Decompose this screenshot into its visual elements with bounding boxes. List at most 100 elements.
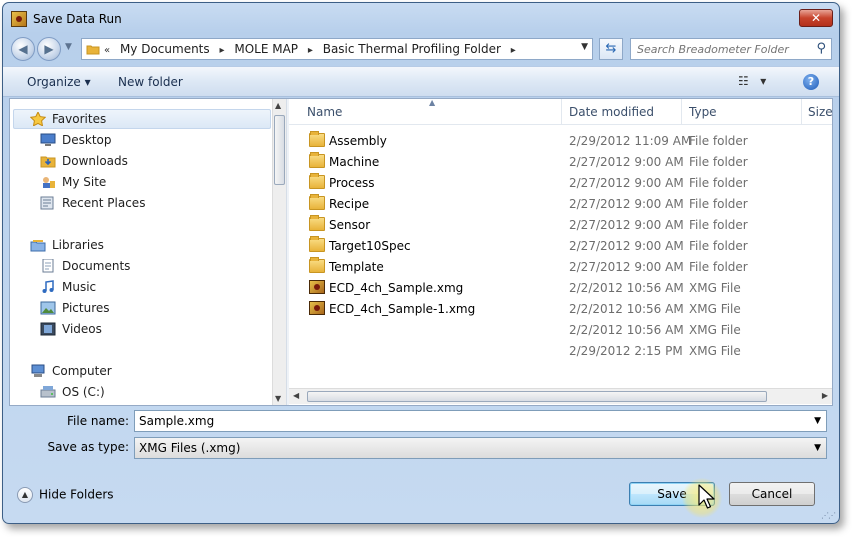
file-row[interactable]: Assembly 2/29/2012 11:09 AM File folder (289, 130, 832, 151)
recent-pages-dropdown[interactable]: ▼ (65, 42, 72, 52)
breadcrumb-my-documents[interactable]: My Documents (120, 42, 210, 56)
file-name: Target10Spec (329, 239, 411, 253)
scroll-down-icon[interactable]: ▼ (275, 394, 281, 403)
videos-icon (40, 322, 56, 336)
window-title: Save Data Run (33, 12, 122, 26)
chevron-up-icon: ▲ (17, 487, 33, 503)
sidebar-item-desktop[interactable]: Desktop (10, 130, 272, 150)
file-type: XMG File (689, 323, 741, 337)
file-row[interactable]: Sensor 2/27/2012 9:00 AM File folder (289, 214, 832, 235)
chevron-right-icon[interactable]: ▸ (219, 45, 224, 56)
forward-button[interactable]: ▶ (37, 37, 61, 61)
sidebar-label: Libraries (52, 238, 104, 252)
save-as-type-value: XMG Files (.xmg) (139, 441, 241, 455)
file-name: ECD_4ch_Sample-1.xmg (329, 302, 476, 316)
organize-button[interactable]: Organize ▾ (27, 75, 91, 89)
sidebar-label: Computer (52, 364, 112, 378)
file-date-modified: 2/27/2012 9:00 AM (569, 218, 684, 232)
sidebar-item-os-c[interactable]: OS (C:) (10, 382, 272, 402)
navigation-scrollbar[interactable]: ▲ ▼ (272, 99, 286, 405)
file-row[interactable]: ECD_4ch_Sample-1.xmg 2/2/2012 10:56 AM XMG… (289, 298, 832, 319)
drive-icon (40, 385, 56, 399)
file-row[interactable]: 2/2/2012 10:56 AM XMG File (289, 319, 832, 340)
close-button[interactable]: ✕ (799, 9, 833, 27)
breadcrumb-overflow-icon[interactable]: « (104, 45, 110, 56)
scrollbar-thumb[interactable] (274, 115, 285, 185)
music-icon (40, 280, 56, 294)
sidebar-label: OS (C:) (62, 385, 105, 399)
file-date-modified: 2/27/2012 9:00 AM (569, 197, 684, 211)
file-list-horizontal-scrollbar[interactable]: ◀ ▶ (289, 388, 832, 404)
change-view-button[interactable]: ☷ ▾ (738, 74, 766, 88)
cancel-button[interactable]: Cancel (729, 482, 815, 506)
chevron-right-icon[interactable]: ▸ (511, 45, 516, 56)
chevron-down-icon[interactable]: ▼ (814, 443, 821, 453)
back-button[interactable]: ◀ (11, 37, 35, 61)
scroll-left-icon[interactable]: ◀ (293, 391, 299, 400)
file-date-modified: 2/2/2012 10:56 AM (569, 323, 684, 337)
search-input[interactable] (637, 41, 807, 57)
scroll-up-icon[interactable]: ▲ (275, 101, 281, 110)
sidebar-label: Videos (62, 322, 102, 336)
file-date-modified: 2/27/2012 9:00 AM (569, 260, 684, 274)
sidebar-item-downloads[interactable]: Downloads (10, 151, 272, 171)
breadcrumb-basic-thermal-profiling-folder[interactable]: Basic Thermal Profiling Folder (323, 42, 501, 56)
sidebar-item-pictures[interactable]: Pictures (10, 298, 272, 318)
sidebar-item-music[interactable]: Music (10, 277, 272, 297)
file-type: File folder (689, 197, 748, 211)
sidebar-item-documents[interactable]: Documents (10, 256, 272, 276)
file-row[interactable]: Machine 2/27/2012 9:00 AM File folder (289, 151, 832, 172)
pictures-icon (40, 301, 56, 315)
column-date-modified[interactable]: Date modified (569, 105, 654, 119)
sidebar-item-recent-places[interactable]: Recent Places (10, 193, 272, 213)
file-row[interactable]: ECD_4ch_Sample.xmg 2/2/2012 10:56 AM XMG F… (289, 277, 832, 298)
scroll-right-icon[interactable]: ▶ (822, 391, 828, 400)
column-divider[interactable] (681, 99, 682, 125)
column-header: ▲ Name Date modified Type Size (289, 99, 832, 125)
sidebar-item-my-site[interactable]: My Site (10, 172, 272, 192)
file-row[interactable]: 2/29/2012 2:15 PM XMG File (289, 340, 832, 361)
sidebar-item-favorites[interactable]: Favorites (10, 109, 272, 129)
scrollbar-thumb[interactable] (307, 391, 767, 402)
chevron-right-icon[interactable]: ▸ (308, 45, 313, 56)
file-name: Recipe (329, 197, 370, 211)
file-row[interactable]: Process 2/27/2012 9:00 AM File folder (289, 172, 832, 193)
breadcrumb-mole-map[interactable]: MOLE MAP (234, 42, 298, 56)
breadcrumb: « My Documents ▸ MOLE MAP ▸ Basic Therma… (104, 42, 522, 56)
sidebar-label: Music (62, 280, 97, 294)
file-row[interactable]: Template 2/27/2012 9:00 AM File folder (289, 256, 832, 277)
folder-icon (86, 43, 100, 58)
file-row[interactable]: Target10Spec 2/27/2012 9:00 AM File folder (289, 235, 832, 256)
sidebar-item-videos[interactable]: Videos (10, 319, 272, 339)
column-size[interactable]: Size (808, 105, 832, 119)
save-as-type-select[interactable]: XMG Files (.xmg) ▼ (134, 437, 827, 459)
documents-icon (40, 258, 56, 273)
sidebar-item-libraries[interactable]: Libraries (10, 235, 272, 255)
column-name[interactable]: Name (307, 105, 342, 119)
sidebar-label: My Site (62, 175, 107, 189)
file-name-input[interactable] (139, 413, 799, 429)
refresh-button[interactable]: ⇆ (599, 38, 623, 60)
address-dropdown-icon[interactable]: ▼ (581, 42, 588, 52)
file-row[interactable]: Recipe 2/27/2012 9:00 AM File folder (289, 193, 832, 214)
new-folder-button[interactable]: New folder (118, 75, 183, 89)
search-box[interactable]: ⚲ (630, 38, 832, 60)
navigation-pane: Favorites Desktop Downloads My Site Rece… (10, 99, 286, 405)
sidebar-item-computer[interactable]: Computer (10, 361, 272, 381)
file-type: File folder (689, 176, 748, 190)
chevron-down-icon[interactable]: ▼ (814, 416, 821, 426)
column-type[interactable]: Type (689, 105, 717, 119)
resize-grip-icon[interactable]: ⋰⋰ (821, 511, 836, 520)
hide-folders-button[interactable]: ▲ Hide Folders (17, 487, 114, 503)
column-divider[interactable] (561, 99, 562, 125)
file-name-combobox[interactable]: ▼ (134, 410, 827, 432)
search-icon[interactable]: ⚲ (816, 41, 826, 56)
column-divider[interactable] (801, 99, 802, 125)
file-type: XMG File (689, 302, 741, 316)
sort-ascending-icon: ▲ (429, 99, 436, 107)
desktop-icon (40, 133, 56, 147)
help-button[interactable]: ? (803, 74, 819, 90)
address-bar[interactable]: « My Documents ▸ MOLE MAP ▸ Basic Therma… (81, 38, 593, 60)
file-name: Assembly (329, 134, 387, 148)
sidebar-label: Downloads (62, 154, 128, 168)
